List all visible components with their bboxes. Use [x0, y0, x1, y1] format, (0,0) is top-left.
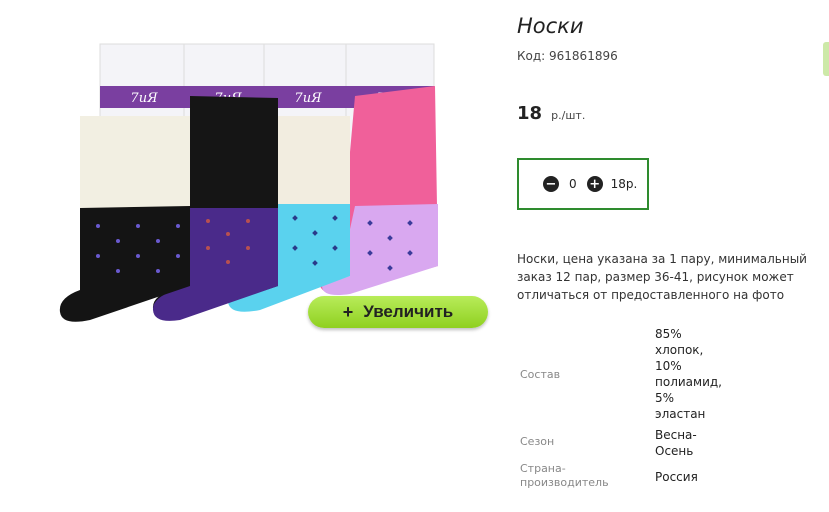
- price-unit: р./шт.: [551, 109, 586, 122]
- product-image[interactable]: 7иЯ 7иЯ 7иЯ 7иЯ: [50, 36, 490, 336]
- price-value: 18: [517, 103, 543, 124]
- socks-photo: 7иЯ 7иЯ 7иЯ 7иЯ: [59, 43, 438, 322]
- product-price: 18 р./шт.: [517, 103, 585, 124]
- plus-icon: +: [342, 301, 354, 322]
- spec-season-value: Весна-Осень: [655, 428, 697, 458]
- product-code: Код: 961861896: [517, 49, 618, 63]
- plus-icon[interactable]: +: [586, 176, 603, 192]
- zoom-button[interactable]: + Увеличить: [308, 296, 488, 328]
- spec-country-value: Россия: [655, 470, 698, 484]
- spec-composition-value: 85% хлопок, 10% полиамид, 5% эластан: [655, 327, 722, 421]
- side-tab[interactable]: [823, 42, 829, 76]
- spec-season-label: Сезон: [520, 435, 555, 448]
- svg-text:7иЯ: 7иЯ: [294, 91, 322, 106]
- quantity-selector: − 0 + 18р.: [517, 158, 649, 210]
- zoom-label: Увеличить: [363, 302, 454, 321]
- spec-country-label: Страна-производитель: [520, 462, 609, 489]
- minus-icon[interactable]: −: [543, 176, 559, 192]
- product-description: Носки, цена указана за 1 пару, минимальн…: [517, 252, 807, 302]
- black-sock: [59, 116, 191, 322]
- product-title: Носки: [517, 14, 584, 38]
- quantity-total: 18р.: [610, 177, 638, 191]
- spec-composition-label: Состав: [520, 368, 561, 381]
- quantity-value[interactable]: 0: [569, 177, 577, 191]
- svg-text:7иЯ: 7иЯ: [130, 91, 158, 106]
